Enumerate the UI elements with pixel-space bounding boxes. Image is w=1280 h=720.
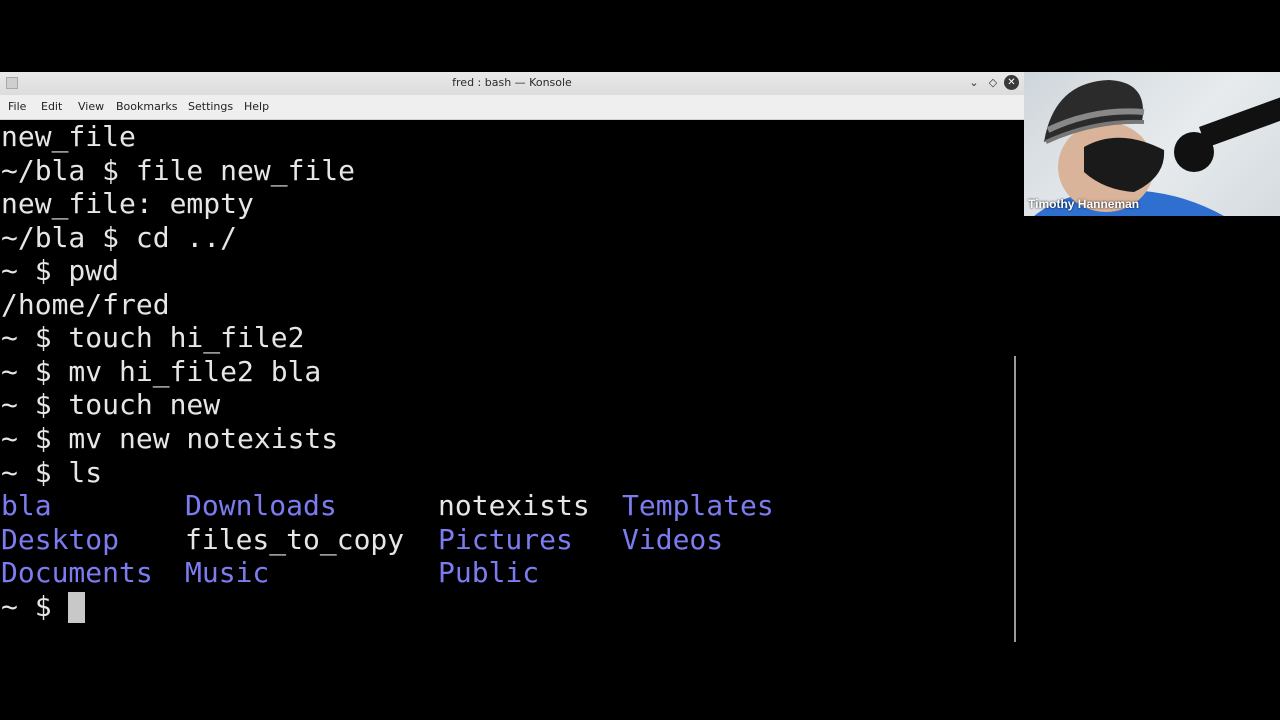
menu-help[interactable]: Help (244, 100, 269, 113)
ls-dir-bla: bla (1, 489, 52, 522)
menu-edit[interactable]: Edit (41, 100, 62, 113)
terminal-line: ~/bla $ file new_file (1, 154, 356, 187)
terminal-line: new_file (1, 120, 136, 153)
terminal-output[interactable]: new_file ~/bla $ file new_file new_file:… (0, 120, 1024, 648)
ls-dir-downloads: Downloads (185, 489, 337, 522)
terminal-line: /home/fred (1, 288, 170, 321)
text-cursor (68, 592, 85, 623)
terminal-line: ~ $ pwd (1, 254, 120, 287)
konsole-window: fred : bash — Konsole ⌄ ◇ ✕ File Edit Vi… (0, 72, 1024, 648)
ls-dir-templates: Templates (622, 489, 774, 522)
webcam-overlay: Timothy Hanneman (1024, 72, 1280, 216)
menu-view[interactable]: View (78, 100, 104, 113)
close-icon[interactable]: ✕ (1004, 75, 1019, 90)
terminal-line: ~ $ ls (1, 456, 103, 489)
ls-file-files-to-copy: files_to_copy (185, 523, 405, 556)
menu-bar: File Edit View Bookmarks Settings Help (0, 95, 1024, 120)
terminal-line: ~ $ mv hi_file2 bla (1, 355, 322, 388)
minimize-icon[interactable]: ⌄ (966, 75, 982, 91)
title-bar[interactable]: fred : bash — Konsole ⌄ ◇ ✕ (0, 72, 1024, 95)
terminal-line: ~ $ touch new (1, 388, 221, 421)
ls-dir-videos: Videos (622, 523, 724, 556)
menu-bookmarks[interactable]: Bookmarks (116, 100, 177, 113)
menu-settings[interactable]: Settings (188, 100, 233, 113)
ls-dir-public: Public (438, 556, 540, 589)
ls-dir-documents: Documents (1, 556, 153, 589)
ls-dir-music: Music (185, 556, 270, 589)
prompt: ~ $ (1, 590, 69, 623)
scrollbar[interactable] (1014, 356, 1016, 642)
window-title: fred : bash — Konsole (452, 76, 572, 89)
ls-dir-pictures: Pictures (438, 523, 573, 556)
menu-file[interactable]: File (8, 100, 26, 113)
terminal-line: ~ $ mv new notexists (1, 422, 339, 455)
terminal-line: ~ $ touch hi_file2 (1, 321, 305, 354)
participant-name: Timothy Hanneman (1028, 197, 1140, 211)
terminal-line: ~/bla $ cd ../ (1, 221, 238, 254)
maximize-icon[interactable]: ◇ (985, 75, 1001, 91)
terminal-line: new_file: empty (1, 187, 254, 220)
ls-dir-desktop: Desktop (1, 523, 120, 556)
ls-file-notexists: notexists (438, 489, 590, 522)
webcam-video-illustration (1034, 80, 1280, 216)
